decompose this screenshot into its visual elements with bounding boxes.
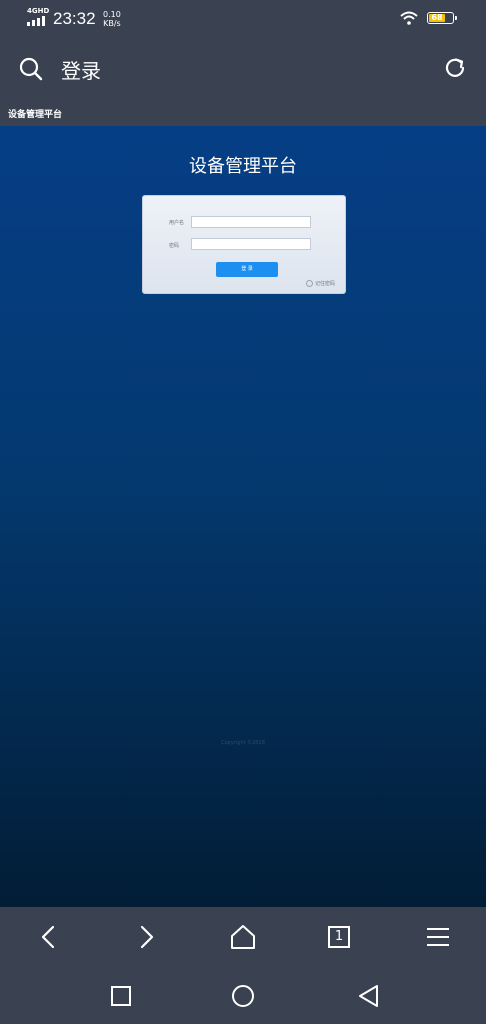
tabs-button[interactable]: 1 — [328, 926, 350, 948]
web-content: 设备管理平台 用户名 密码 登 录 记住密码 Copyright ©2018 — [0, 126, 486, 907]
system-nav-bar — [0, 967, 486, 1024]
tab-title: 设备管理平台 — [8, 110, 63, 120]
remember-label: 记住密码 — [315, 281, 336, 287]
network-speed-value: 0.10 — [103, 10, 121, 19]
remember-password[interactable]: 记住密码 — [306, 280, 335, 287]
browser-toolbar: 登录 — [0, 38, 486, 100]
browser-bottom-nav: 1 — [0, 907, 486, 967]
tab-title-bar: 设备管理平台 — [0, 100, 486, 126]
refresh-icon[interactable] — [442, 55, 468, 81]
home-icon[interactable] — [229, 923, 257, 951]
network-type: 4GHD — [27, 7, 50, 15]
footer-copyright: Copyright ©2018 — [221, 740, 265, 746]
network-speed-unit: KB/s — [103, 19, 121, 28]
battery-icon: 68 — [427, 12, 457, 24]
forward-icon[interactable] — [132, 923, 160, 951]
remember-checkbox[interactable] — [306, 280, 313, 287]
password-label: 密码 — [169, 243, 180, 249]
login-button[interactable]: 登 录 — [216, 262, 278, 277]
back-triangle-icon[interactable] — [356, 983, 382, 1009]
home-circle-icon[interactable] — [230, 983, 256, 1009]
password-input[interactable] — [191, 238, 311, 250]
username-label: 用户名 — [169, 220, 185, 226]
login-form: 用户名 密码 登 录 记住密码 — [142, 195, 346, 294]
network-speed: 0.10 KB/s — [103, 10, 121, 28]
search-icon[interactable] — [18, 56, 44, 82]
page-title[interactable]: 登录 — [61, 55, 101, 84]
status-bar: 4GHD 23:32 0.10 KB/s 68 — [0, 0, 486, 38]
battery-level: 68 — [429, 14, 445, 22]
signal-icon — [27, 16, 49, 26]
wifi-icon — [400, 11, 418, 25]
recents-icon[interactable] — [108, 983, 134, 1009]
menu-icon[interactable] — [424, 923, 452, 951]
status-time: 23:32 — [53, 9, 96, 28]
back-icon[interactable] — [35, 923, 63, 951]
username-input[interactable] — [191, 216, 311, 228]
platform-title: 设备管理平台 — [189, 156, 297, 177]
